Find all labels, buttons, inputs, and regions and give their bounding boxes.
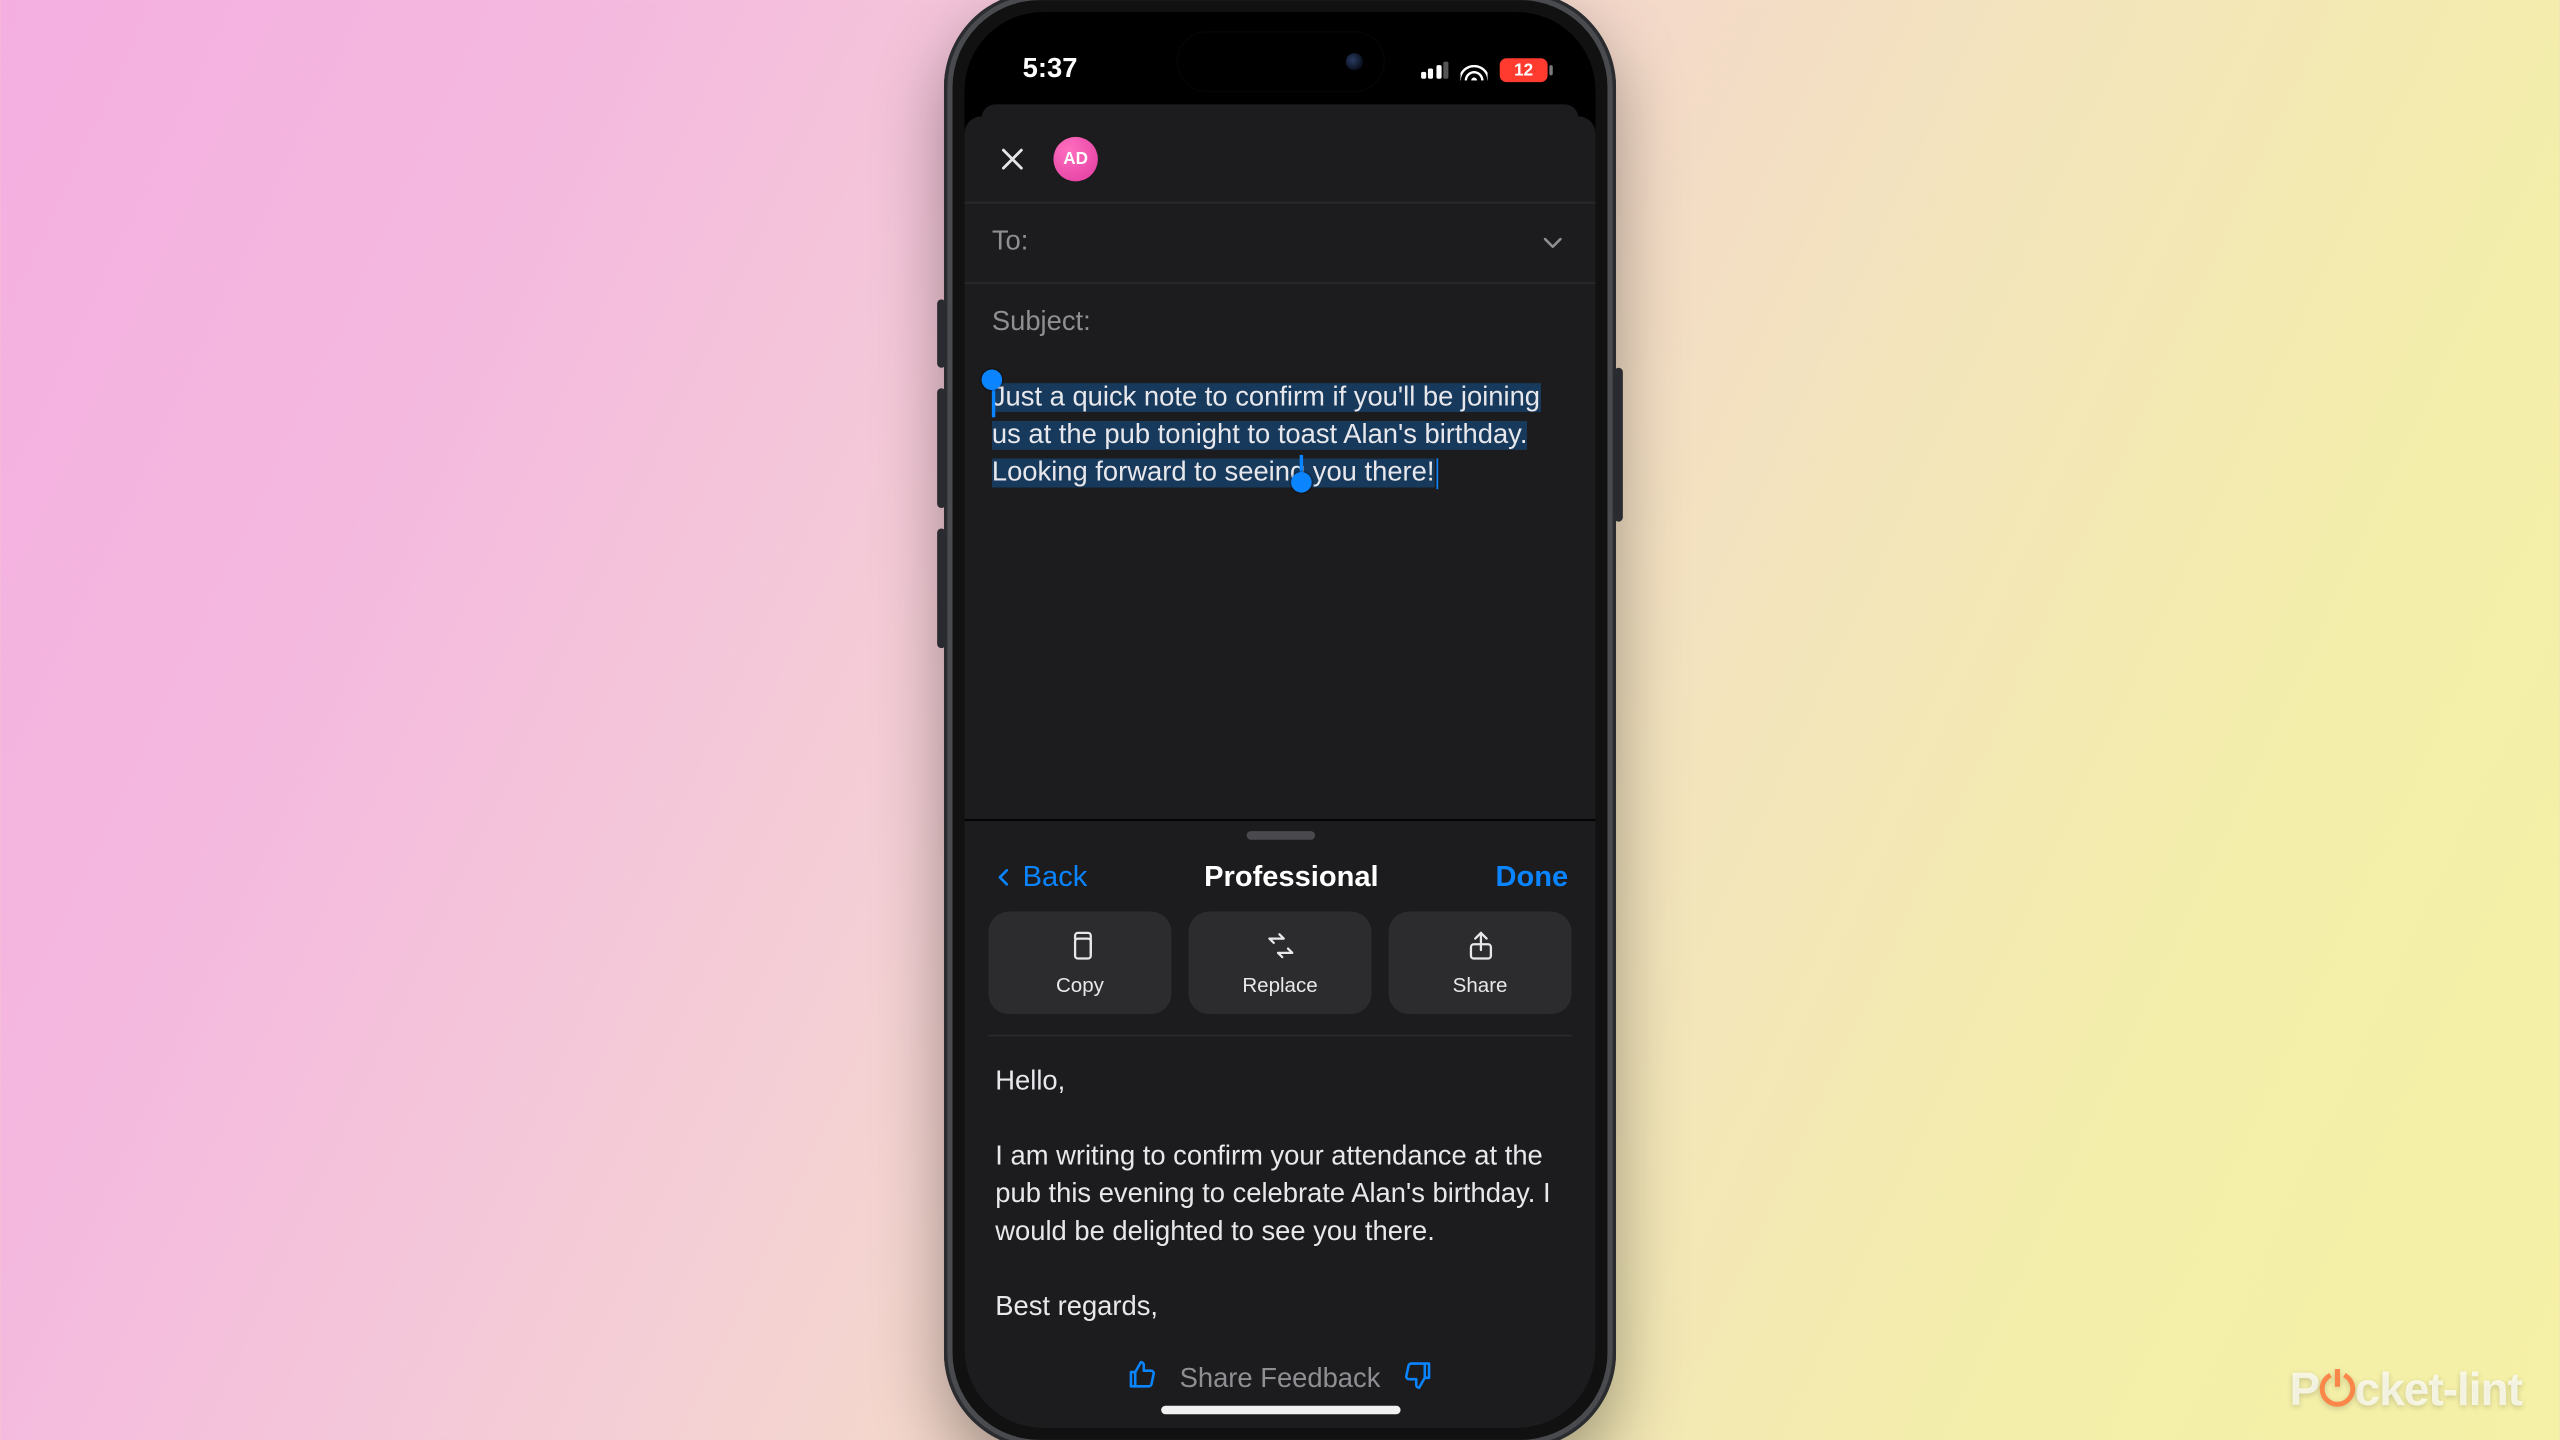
- watermark-power-icon: ⏻: [2319, 1362, 2354, 1418]
- thumbs-up-icon: [1125, 1358, 1159, 1392]
- selection-handle-end[interactable]: [1290, 472, 1311, 493]
- panel-title: Professional: [1204, 860, 1379, 894]
- share-icon: [1463, 929, 1497, 963]
- home-indicator[interactable]: [1160, 1406, 1399, 1415]
- dynamic-island: [1177, 33, 1382, 91]
- wifi-icon: [1460, 60, 1487, 81]
- subject-label: Subject:: [992, 308, 1091, 339]
- text-cursor: [1436, 458, 1438, 489]
- replace-icon: [1263, 929, 1297, 963]
- status-time: 5:37: [1023, 55, 1078, 86]
- selection-handle-start[interactable]: [982, 369, 1003, 390]
- sender-avatar[interactable]: AD: [1053, 137, 1097, 181]
- thumbs-up-button[interactable]: [1125, 1358, 1159, 1401]
- watermark-logo: P⏻cket-lint: [2290, 1362, 2522, 1418]
- replace-button[interactable]: Replace: [1189, 912, 1372, 1015]
- to-label: To:: [992, 228, 1028, 259]
- thumbs-down-icon: [1401, 1358, 1435, 1392]
- copy-button[interactable]: Copy: [988, 912, 1171, 1015]
- panel-grabber[interactable]: [1246, 831, 1314, 840]
- avatar-initials: AD: [1063, 150, 1088, 169]
- device-volume-up: [937, 388, 946, 508]
- share-label: Share: [1453, 973, 1508, 997]
- panel-actions: Copy Replace: [988, 912, 1571, 1037]
- signal-icon: [1420, 62, 1448, 79]
- to-field[interactable]: To:: [965, 202, 1596, 282]
- watermark-right: cket-lint: [2355, 1363, 2522, 1415]
- selected-text[interactable]: Just a quick note to confirm if you'll b…: [992, 383, 1540, 487]
- replace-label: Replace: [1242, 973, 1317, 997]
- rewrite-result-text[interactable]: Hello, I am writing to confirm your atte…: [988, 1036, 1571, 1340]
- phone-screen: 5:37 12 AD: [965, 12, 1596, 1428]
- message-body[interactable]: Just a quick note to confirm if you'll b…: [965, 363, 1596, 820]
- close-button[interactable]: [992, 139, 1033, 180]
- device-power-button: [1614, 368, 1623, 522]
- close-icon: [997, 144, 1028, 175]
- writing-tools-panel: Back Professional Done Copy: [965, 819, 1596, 1428]
- feedback-label[interactable]: Share Feedback: [1180, 1364, 1381, 1395]
- compose-header: AD: [965, 116, 1596, 202]
- panel-done-button[interactable]: Done: [1495, 860, 1568, 894]
- chevron-down-icon: [1537, 228, 1568, 259]
- feedback-row: Share Feedback: [988, 1341, 1571, 1404]
- watermark-left: P: [2290, 1363, 2320, 1415]
- copy-label: Copy: [1056, 973, 1104, 997]
- device-volume-down: [937, 528, 946, 648]
- panel-back-button[interactable]: Back: [992, 860, 1087, 894]
- share-button[interactable]: Share: [1389, 912, 1572, 1015]
- battery-indicator: 12: [1500, 58, 1548, 82]
- device-action-button: [937, 299, 946, 367]
- thumbs-down-button[interactable]: [1401, 1358, 1435, 1401]
- subject-field[interactable]: Subject:: [965, 282, 1596, 362]
- compose-sheet: AD To: Subject: Just a quick note to con…: [965, 116, 1596, 1428]
- panel-back-label: Back: [1023, 860, 1088, 894]
- phone-frame: 5:37 12 AD: [944, 0, 1616, 1440]
- battery-percentage: 12: [1514, 61, 1533, 80]
- copy-icon: [1063, 929, 1097, 963]
- chevron-left-icon: [992, 862, 1016, 893]
